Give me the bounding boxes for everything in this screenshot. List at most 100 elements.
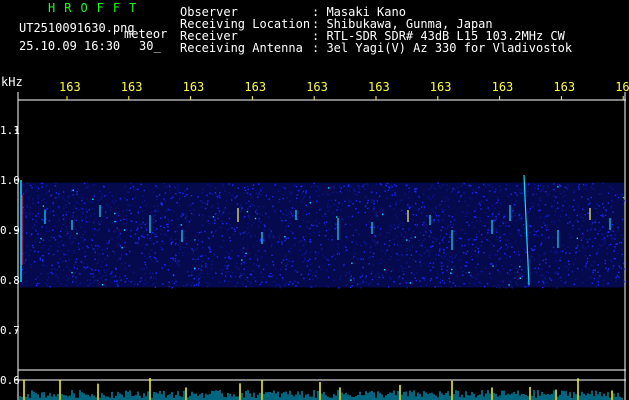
noise-dot bbox=[160, 267, 163, 270]
noise-dot bbox=[497, 250, 499, 252]
noise-dot bbox=[253, 263, 255, 265]
noise-dot bbox=[406, 183, 409, 185]
noise-dot bbox=[169, 185, 171, 188]
noise-dot bbox=[258, 220, 260, 223]
noise-dot bbox=[587, 229, 589, 231]
noise-dot bbox=[408, 207, 411, 210]
noise-dot bbox=[214, 192, 217, 194]
noise-dot bbox=[585, 262, 588, 265]
noise-dot bbox=[389, 277, 391, 279]
noise-dot bbox=[126, 199, 128, 201]
noise-dot bbox=[144, 244, 146, 246]
noise-dot bbox=[214, 222, 216, 224]
noise-dot bbox=[555, 196, 557, 198]
noise-dot bbox=[486, 239, 488, 241]
noise-dot bbox=[345, 236, 347, 238]
noise-dot bbox=[427, 196, 429, 198]
noise-dot bbox=[517, 188, 519, 191]
noise-dot bbox=[452, 257, 454, 260]
noise-dot bbox=[335, 223, 337, 225]
noise-dot bbox=[278, 283, 280, 286]
noise-dot bbox=[285, 225, 287, 228]
noise-dot bbox=[321, 193, 324, 195]
noise-dot bbox=[116, 283, 119, 285]
noise-dot bbox=[481, 271, 483, 273]
noise-dot bbox=[380, 262, 382, 265]
noise-dot bbox=[514, 212, 517, 215]
noise-dot bbox=[455, 240, 458, 242]
noise-dot bbox=[518, 218, 521, 220]
noise-dot bbox=[238, 275, 241, 278]
noise-dot bbox=[396, 253, 398, 255]
noise-dot bbox=[534, 245, 536, 247]
noise-dot bbox=[160, 225, 162, 227]
noise-dot bbox=[576, 219, 578, 221]
noise-dot bbox=[542, 274, 544, 277]
x-tick-label: 163 bbox=[306, 80, 328, 94]
noise-dot bbox=[341, 217, 343, 220]
noise-dot bbox=[103, 186, 105, 188]
noise-dot bbox=[104, 258, 106, 260]
noise-dot bbox=[26, 212, 28, 214]
x-tick-label: 163 bbox=[553, 80, 575, 94]
noise-dot bbox=[274, 211, 276, 213]
noise-dot bbox=[154, 286, 157, 288]
noise-dot bbox=[448, 215, 450, 217]
noise-dot bbox=[431, 208, 433, 210]
noise-dot bbox=[28, 196, 30, 199]
noise-dot bbox=[188, 275, 190, 277]
noise-dot bbox=[402, 270, 404, 272]
noise-dot bbox=[144, 247, 146, 249]
noise-dot bbox=[604, 259, 607, 262]
noise-dot bbox=[537, 267, 540, 270]
noise-dot bbox=[246, 276, 249, 279]
noise-dot bbox=[446, 228, 449, 230]
noise-dot bbox=[36, 190, 38, 192]
noise-dot bbox=[204, 202, 207, 205]
noise-dot bbox=[444, 200, 447, 203]
noise-dot bbox=[449, 281, 451, 283]
noise-dot bbox=[364, 211, 366, 214]
noise-dot bbox=[358, 191, 360, 193]
noise-dot bbox=[210, 251, 212, 253]
noise-dot bbox=[618, 276, 620, 278]
noise-dot bbox=[564, 194, 567, 197]
noise-dot bbox=[41, 186, 43, 188]
noise-dot bbox=[415, 260, 417, 263]
noise-dot bbox=[114, 231, 116, 233]
noise-dot bbox=[475, 233, 478, 236]
noise-dot bbox=[35, 283, 37, 285]
noise-dot bbox=[450, 223, 452, 226]
noise-dot bbox=[349, 277, 351, 279]
noise-dot bbox=[445, 196, 447, 198]
noise-dot bbox=[170, 239, 172, 241]
noise-dot bbox=[494, 191, 496, 193]
noise-dot bbox=[55, 197, 57, 199]
noise-dot bbox=[149, 256, 151, 258]
noise-dot bbox=[426, 250, 429, 253]
noise-dot bbox=[414, 224, 416, 226]
noise-dot bbox=[475, 278, 478, 280]
noise-dot bbox=[397, 254, 400, 256]
noise-dot bbox=[173, 259, 175, 261]
noise-dot bbox=[39, 257, 41, 259]
noise-dot bbox=[299, 225, 301, 228]
noise-dot bbox=[249, 281, 251, 283]
noise-dot bbox=[622, 218, 624, 221]
noise-dot bbox=[462, 211, 464, 213]
noise-dot bbox=[73, 205, 76, 207]
noise-dot bbox=[568, 263, 570, 265]
noise-dot bbox=[177, 184, 180, 186]
noise-dot bbox=[355, 242, 358, 244]
noise-dot bbox=[156, 241, 158, 243]
noise-dot bbox=[416, 225, 418, 228]
noise-dot bbox=[295, 285, 297, 287]
noise-dot bbox=[373, 206, 375, 208]
noise-dot bbox=[555, 271, 558, 273]
noise-dot bbox=[228, 253, 230, 255]
noise-dot bbox=[178, 198, 181, 200]
noise-dot bbox=[547, 272, 550, 274]
noise-dot bbox=[43, 244, 45, 247]
noise-dot bbox=[322, 254, 324, 256]
noise-dot bbox=[24, 271, 26, 273]
